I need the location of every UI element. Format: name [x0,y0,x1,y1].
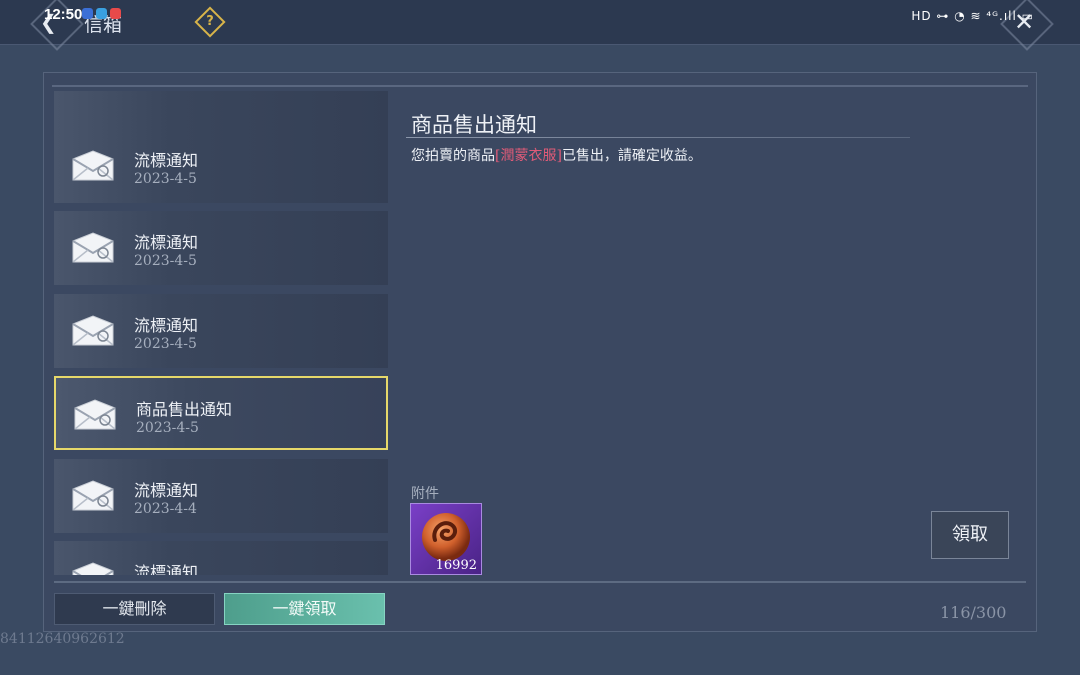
divider [54,581,1026,583]
claim-button[interactable]: 領取 [931,511,1009,559]
mail-list[interactable]: 流標通知 2023-4-5 流標通知 2023-4-5 流標通知 2023-4-5 商品售出… [54,91,388,575]
envelope-icon [70,479,116,513]
divider [406,137,910,138]
item-name-link[interactable]: [潤蒙衣服] [495,148,562,164]
app-notification-icon [96,8,107,19]
close-icon[interactable]: ✕ [1014,8,1034,36]
mailbox-panel: 流標通知 2023-4-5 流標通知 2023-4-5 流標通知 2023-4-5 商品售出… [43,72,1037,632]
attachment-count: 16992 [435,558,477,573]
mail-item-title: 流標通知 [134,233,199,252]
mail-list-item[interactable]: 流標通知 2023-4-5 [54,128,388,203]
mail-detail-title: 商品售出通知 [411,113,537,137]
mail-item-date: 2023-4-4 [134,500,197,517]
envelope-icon [70,149,116,183]
divider [52,85,1028,87]
mail-item-title: 流標通知 [134,150,199,170]
mail-item-date: 2023-4-5 [134,170,197,187]
mail-list-item[interactable]: 商品售出通知 2023-4-5 [54,376,388,450]
mail-list-item[interactable]: 流標通知 2023-4-5 [54,211,388,285]
mail-list-item[interactable]: 流標通知 2023-4-5 [54,293,388,368]
mail-list-item[interactable]: 流標通知2023-4-4 [54,458,388,533]
mail-count: 116/300 [940,603,1007,622]
envelope-icon [70,231,116,265]
status-notification-icons [82,8,124,22]
app-notification-icon [82,8,93,19]
delete-all-button[interactable]: 一鍵刪除 [54,593,215,625]
top-bar: ❮ 信箱 12:50 ? HD ⊶ ◔ ≋ ⁴ᴳ.ıll ▭ ✕ [0,0,1080,51]
help-icon[interactable]: ? [194,6,226,38]
mail-item-date: 2023-4-5 [136,420,199,436]
mail-item-date: 2023-4-5 [134,335,197,352]
watermark-text: 84112640962612 [0,631,125,647]
status-time: 12:50 [44,6,83,23]
app-notification-icon [110,8,121,19]
attachment-item[interactable]: 16992 [410,503,482,575]
mail-detail-body: 您拍賣的商品[潤蒙衣服]已售出，請確定收益。 [411,145,702,165]
body-text: 您拍賣的商品 [411,148,495,164]
envelope-icon [70,314,116,348]
mail-item-title: 流標通知 [134,563,199,575]
attachment-label: 附件 [411,486,439,502]
envelope-icon [72,398,118,432]
body-text: 已售出，請確定收益。 [561,148,702,164]
mail-item-title: 商品售出通知 [136,400,233,419]
mail-list-item[interactable]: 流標通知2023-4-4 [54,541,388,575]
claim-all-button[interactable]: 一鍵領取 [224,593,385,625]
envelope-icon [70,561,116,575]
mail-item-title: 流標通知 [134,480,199,500]
mail-item-date: 2023-4-5 [134,253,197,269]
mail-item-title: 流標通知 [134,315,199,335]
